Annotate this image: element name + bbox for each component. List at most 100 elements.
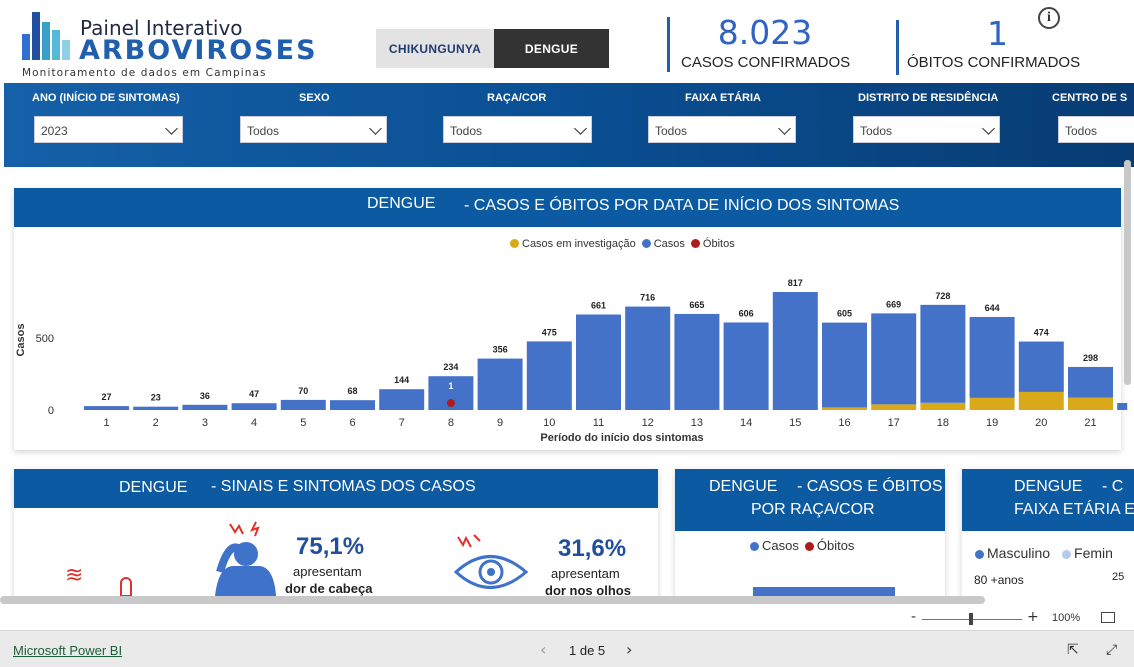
x-tick-label: 9	[497, 417, 503, 429]
bar-cases[interactable]	[871, 313, 917, 405]
cases-chart-header: DENGUE - CASOS E ÓBITOS POR DATA DE INÍC…	[14, 188, 1121, 227]
filter-value-district: Todos	[860, 124, 893, 138]
filter-select-sex[interactable]: Todos	[240, 116, 387, 143]
age-legend: Masculino Femin	[975, 545, 1113, 561]
bar-value-label: 728	[935, 291, 950, 301]
legend-item-female[interactable]: Femin	[1062, 545, 1113, 561]
fullscreen-icon[interactable]: ⤢	[1106, 642, 1117, 658]
symptoms-title: - SINAIS E SINTOMAS DOS CASOS	[211, 478, 476, 495]
symptoms-title-disease: DENGUE	[119, 479, 188, 496]
x-tick-label: 15	[789, 417, 801, 429]
bar-investigation[interactable]	[871, 404, 917, 410]
bar-cases[interactable]	[674, 313, 720, 410]
next-page-icon[interactable]: ›	[626, 640, 632, 659]
bar-investigation[interactable]	[1068, 397, 1113, 410]
tab-dengue[interactable]: DENGUE	[494, 29, 609, 68]
bar-cases[interactable]	[822, 322, 867, 408]
cases-confirmed-value: 8.023	[717, 13, 813, 52]
headache-line2: dor de cabeça	[285, 581, 373, 596]
logo-subtitle: Monitoramento de dados em Campinas	[22, 67, 267, 79]
bar-cases[interactable]	[84, 406, 129, 410]
x-tick-label: 17	[888, 417, 900, 429]
x-tick-label: 10	[543, 417, 555, 429]
bar-value-label: 817	[788, 278, 803, 288]
filter-label-race: RAÇA/COR	[487, 92, 547, 104]
filter-label-health-center: CENTRO DE S	[1052, 92, 1128, 104]
legend-dot-cases	[750, 542, 759, 551]
filter-select-district[interactable]: Todos	[853, 116, 1000, 143]
filter-label-age: FAIXA ETÁRIA	[685, 92, 761, 104]
vertical-scrollbar[interactable]	[1124, 160, 1131, 385]
bar-investigation[interactable]	[920, 402, 966, 410]
bar-value-label: 606	[739, 308, 754, 318]
bar-cases[interactable]	[625, 306, 671, 410]
bar-cases[interactable]	[576, 314, 621, 410]
bar-cases[interactable]	[1068, 366, 1113, 398]
filter-select-health-center[interactable]: Todos	[1058, 116, 1134, 143]
tab-chikungunya[interactable]: CHIKUNGUNYA	[376, 29, 494, 68]
bar-investigation[interactable]	[822, 407, 867, 410]
bar-cases[interactable]	[772, 291, 818, 410]
logo-bars-icon	[22, 12, 74, 60]
bar-cases[interactable]	[526, 341, 572, 410]
bar-cases[interactable]	[330, 400, 375, 410]
bar-cases[interactable]	[477, 358, 523, 410]
chevron-down-icon	[165, 122, 178, 135]
filter-band: ANO (INÍCIO DE SINTOMAS) 2023 SEXO Todos…	[4, 83, 1134, 167]
bar-cases[interactable]	[723, 322, 769, 410]
bar-cases[interactable]	[133, 406, 179, 410]
bar-value-label: 665	[689, 300, 704, 310]
bar-cases[interactable]	[969, 316, 1015, 398]
death-marker[interactable]	[446, 399, 455, 407]
race-title-line2: POR RAÇA/COR	[751, 501, 875, 518]
race-legend: Casos Óbitos	[750, 538, 854, 553]
x-tick-label: 5	[300, 417, 306, 429]
powerbi-link[interactable]: Microsoft Power BI	[13, 643, 122, 658]
legend-item-cases[interactable]: Casos	[750, 538, 799, 553]
bar-investigation[interactable]	[969, 397, 1015, 410]
bar-cases[interactable]	[280, 399, 326, 410]
filter-select-age[interactable]: Todos	[648, 116, 796, 143]
x-axis-label: Período do início dos sintomas	[540, 432, 703, 444]
bar-value-label: 27	[101, 392, 111, 402]
legend-item-male[interactable]: Masculino	[975, 545, 1050, 561]
zoom-level: 100%	[1052, 612, 1081, 624]
bar-value-label: 298	[1083, 353, 1098, 363]
bar-cases[interactable]	[379, 389, 425, 410]
bar-value-label: 234	[443, 362, 458, 372]
chevron-down-icon	[369, 122, 382, 135]
age-title: - C	[1102, 478, 1124, 495]
bar-cases-partial[interactable]	[1117, 403, 1128, 410]
filter-select-year[interactable]: 2023	[34, 116, 183, 143]
age-title-disease: DENGUE	[1014, 478, 1083, 495]
bar-investigation[interactable]	[1018, 391, 1064, 410]
x-tick-label: 11	[593, 417, 604, 429]
bar-value-label: 23	[151, 393, 161, 403]
bar-cases[interactable]	[920, 304, 966, 403]
legend-dot-deaths	[804, 542, 814, 551]
race-header: DENGUE - CASOS E ÓBITOS POR RAÇA/COR	[675, 469, 945, 531]
race-bar[interactable]	[753, 587, 895, 596]
bar-value-label: 669	[886, 299, 901, 309]
filter-select-race[interactable]: Todos	[443, 116, 592, 143]
y-tick-label: 500	[36, 333, 54, 345]
zoom-out-button[interactable]: -	[911, 609, 916, 625]
zoom-in-button[interactable]: +	[1027, 609, 1039, 625]
x-tick-label: 13	[691, 417, 703, 429]
fit-to-page-icon[interactable]	[1101, 612, 1115, 623]
cases-chart-title: - CASOS E ÓBITOS POR DATA DE INÍCIO DOS …	[464, 197, 900, 214]
bar-cases[interactable]	[231, 403, 277, 410]
prev-page-icon[interactable]: ‹	[540, 640, 546, 659]
cases-confirmed-label: CASOS CONFIRMADOS	[681, 54, 851, 71]
logo: Painel Interativo ARBOVIROSES Monitorame…	[22, 10, 316, 80]
bar-cases[interactable]	[182, 404, 228, 410]
horizontal-scrollbar[interactable]	[0, 596, 985, 604]
legend-item-deaths[interactable]: Óbitos	[804, 538, 854, 553]
share-icon[interactable]: ⇱	[1067, 642, 1079, 658]
x-tick-label: 20	[1035, 417, 1047, 429]
info-icon[interactable]: i	[1038, 7, 1060, 29]
deaths-confirmed-label: ÓBITOS CONFIRMADOS	[907, 54, 1081, 71]
bar-value-label: 356	[493, 345, 508, 355]
bar-cases[interactable]	[1018, 341, 1064, 392]
zoom-slider-thumb[interactable]	[969, 613, 973, 625]
